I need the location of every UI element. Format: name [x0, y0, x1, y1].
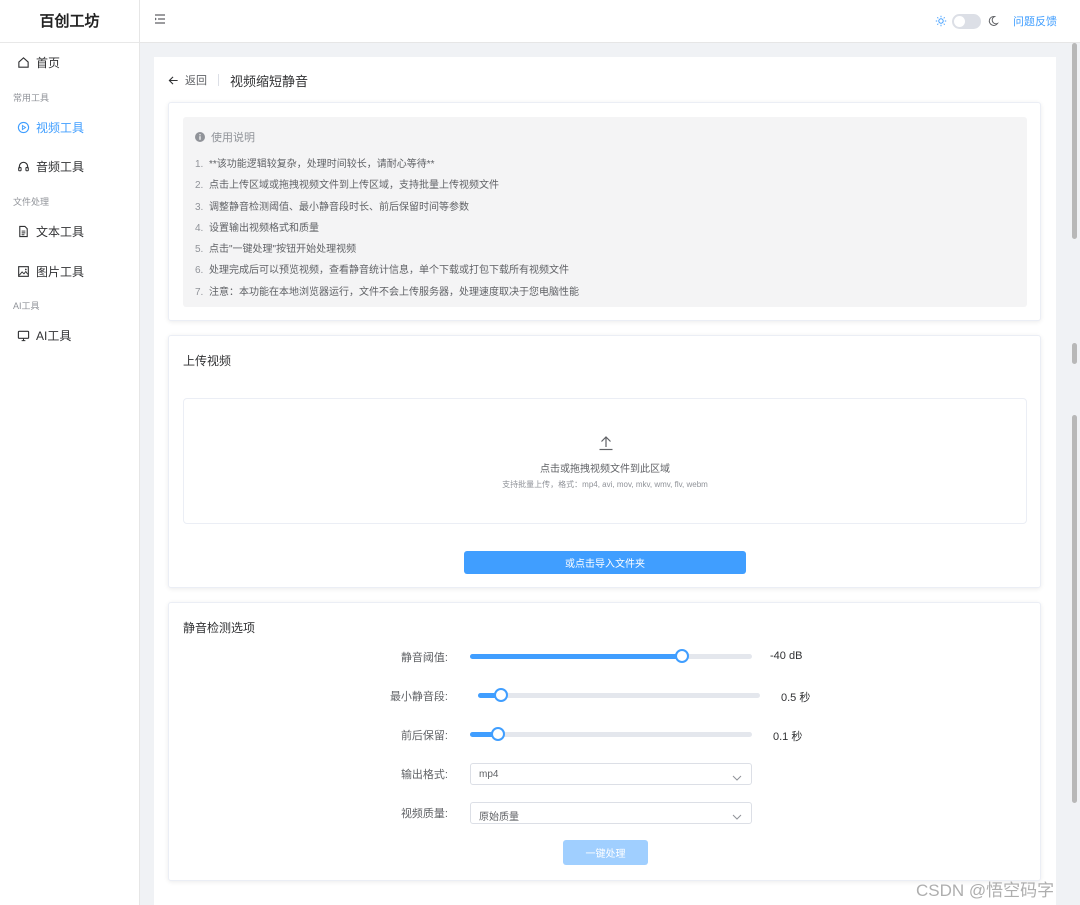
page-header: 返回 视频缩短静音 [168, 71, 308, 89]
quality-label: 视频质量: [400, 808, 448, 820]
brand-logo: 百创工坊 [0, 0, 139, 43]
scroll-thumb[interactable] [1072, 43, 1077, 239]
sidebar-item-video[interactable]: 视频工具 [0, 116, 139, 138]
format-select[interactable]: mp4 [470, 763, 752, 785]
sidebar-item-ai[interactable]: AI工具 [0, 324, 139, 346]
sidebar-item-label: 图片工具 [36, 264, 85, 279]
threshold-value: -40 dB [770, 650, 803, 662]
list-item: 2. 点击上传区域或拖拽视频文件到上传区域，支持批量上传视频文件 [195, 180, 499, 192]
slider-track [470, 732, 752, 737]
sidebar-item-label: 首页 [36, 55, 61, 70]
home-icon [16, 55, 30, 69]
sidebar-item-label: 视频工具 [36, 120, 85, 135]
upload-icon [598, 435, 614, 451]
sidebar-item-label: AI工具 [36, 328, 72, 343]
padding-label: 前后保留: [400, 730, 448, 742]
instructions-card: 使用说明 1. **该功能逻辑较复杂，处理时间较长，请耐心等待** 2. 点击上传区… [168, 102, 1041, 321]
instructions-header: 使用说明 [195, 129, 255, 145]
sidebar-item-label: 音频工具 [36, 159, 85, 174]
chevron-down-icon [732, 810, 742, 820]
menu-group-common: 常用工具 [13, 93, 50, 103]
toggle-knob [954, 16, 965, 27]
headphones-icon [16, 159, 30, 173]
upload-card: 上传视频 点击或拖拽视频文件到此区域 支持批量上传，格式：mp4, avi, m… [168, 335, 1041, 588]
padding-slider[interactable] [470, 724, 752, 746]
quality-row: 视频质量: 原始质量 [169, 802, 1042, 824]
min-silence-row: 最小静音段: 0.5 秒 [169, 685, 1042, 707]
slider-track [478, 693, 760, 698]
upload-title: 上传视频 [183, 354, 232, 368]
slider-fill [470, 654, 682, 659]
dropzone-hint: 支持批量上传，格式：mp4, avi, mov, mkv, wmv, flv, … [502, 480, 708, 489]
padding-row: 前后保留: 0.1 秒 [169, 724, 1042, 746]
info-icon [195, 132, 205, 142]
arrow-left-icon [168, 75, 178, 85]
quality-selected: 原始质量 [479, 812, 519, 823]
list-item: 7. 注意：本功能在本地浏览器运行，文件不会上传服务器，处理速度取决于您电脑性能 [195, 286, 579, 298]
threshold-row: 静音阈值: -40 dB [169, 646, 1042, 668]
list-item: 5. 点击"一键处理"按钮开始处理视频 [195, 244, 357, 256]
process-button[interactable]: 一键处理 [563, 840, 648, 865]
list-item: 4. 设置输出视频格式和质量 [195, 222, 319, 234]
image-icon [16, 264, 30, 278]
threshold-slider[interactable] [470, 646, 752, 668]
sidebar-item-text[interactable]: 文本工具 [0, 220, 139, 242]
back-button[interactable]: 返回 [168, 72, 207, 88]
min-silence-value: 0.5 秒 [781, 692, 811, 704]
scroll-thumb[interactable] [1072, 415, 1077, 803]
sidebar: 百创工坊 首页 常用工具 视频工具 音频工具 文件处理 文本工具 图片工具 AI… [0, 0, 140, 905]
min-silence-label: 最小静音段: [389, 691, 448, 703]
threshold-label: 静音阈值: [400, 652, 448, 664]
format-selected: mp4 [479, 769, 499, 780]
dropzone-text: 点击或拖拽视频文件到此区域 [540, 464, 670, 475]
menu-group-ai: AI工具 [13, 301, 40, 311]
sidebar-item-audio[interactable]: 音频工具 [0, 155, 139, 177]
top-header: 问题反馈 [140, 0, 1080, 43]
quality-select[interactable]: 原始质量 [470, 802, 752, 824]
back-label: 返回 [185, 75, 207, 87]
format-row: 输出格式: mp4 [169, 763, 1042, 785]
padding-value: 0.1 秒 [773, 731, 803, 743]
menu-collapse-icon[interactable] [154, 13, 168, 27]
document-icon [16, 224, 30, 238]
header-divider [218, 74, 219, 86]
list-item: 1. **该功能逻辑较复杂，处理时间较长，请耐心等待** [195, 159, 435, 170]
slider-handle[interactable] [493, 688, 508, 702]
slider-handle[interactable] [491, 727, 506, 741]
upload-dropzone[interactable]: 点击或拖拽视频文件到此区域 支持批量上传，格式：mp4, avi, mov, m… [183, 398, 1027, 524]
feedback-link[interactable]: 问题反馈 [1013, 13, 1057, 29]
silence-options-card: 静音检测选项 静音阈值: -40 dB 最小静音段: 0.5 秒 前后保留: 0… [168, 602, 1041, 881]
min-silence-slider[interactable] [478, 685, 760, 707]
monitor-icon [16, 328, 30, 342]
dark-mode-toggle[interactable] [952, 14, 981, 29]
chevron-down-icon [732, 771, 742, 781]
sun-icon [935, 15, 947, 27]
play-circle-icon [16, 120, 30, 134]
instructions-panel: 使用说明 1. **该功能逻辑较复杂，处理时间较长，请耐心等待** 2. 点击上传区… [183, 117, 1027, 307]
list-item: 3. 调整静音检测阈值、最小静音段时长、前后保留时间等参数 [195, 201, 469, 213]
slider-handle[interactable] [674, 649, 689, 663]
scroll-thumb[interactable] [1072, 343, 1077, 364]
instructions-title: 使用说明 [211, 132, 255, 144]
moon-icon [987, 15, 999, 27]
watermark: CSDN @悟空码字 [916, 881, 1055, 900]
page-title: 视频缩短静音 [230, 73, 309, 89]
format-label: 输出格式: [400, 769, 448, 781]
options-title: 静音检测选项 [183, 621, 256, 635]
sidebar-item-image[interactable]: 图片工具 [0, 260, 139, 282]
page-scrollbar[interactable] [1071, 43, 1078, 905]
import-folder-button[interactable]: 或点击导入文件夹 [464, 551, 746, 574]
instructions-list: 1. **该功能逻辑较复杂，处理时间较长，请耐心等待** 2. 点击上传区域或拖拽视… [195, 154, 579, 303]
list-item: 6. 处理完成后可以预览视频，查看静音统计信息，单个下载或打包下载所有视频文件 [195, 265, 569, 277]
sidebar-item-label: 文本工具 [36, 224, 85, 239]
main-content: 返回 视频缩短静音 使用说明 1. **该功能逻辑较复杂，处理时间较长，请耐心等待… [154, 57, 1056, 905]
menu-group-files: 文件处理 [13, 197, 50, 207]
sidebar-item-home[interactable]: 首页 [0, 51, 139, 73]
